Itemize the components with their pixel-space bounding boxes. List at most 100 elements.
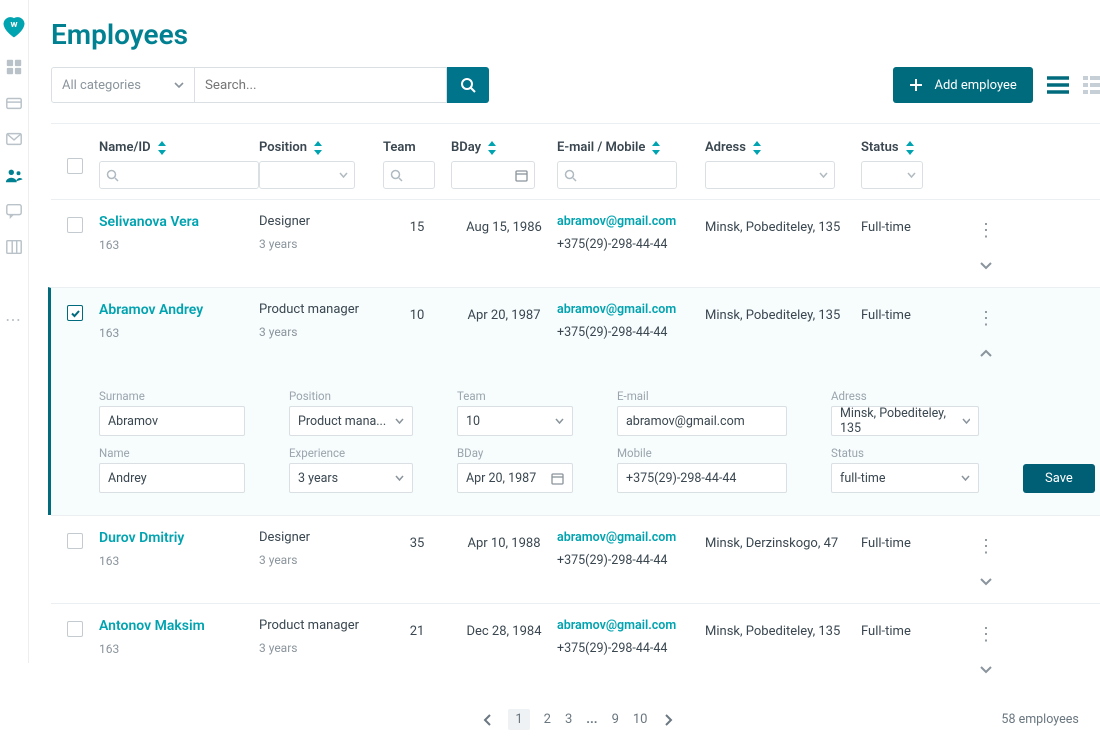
page-ellipsis: ... (586, 712, 597, 727)
email-link[interactable]: abramov@gmail.com (557, 530, 705, 545)
select-all-checkbox[interactable] (67, 158, 83, 174)
search-icon (460, 77, 477, 94)
bday: Aug 15, 1986 (466, 220, 542, 235)
chevron-down-icon (962, 417, 970, 426)
col-address[interactable]: Adress (705, 140, 861, 155)
experience: 3 years (259, 553, 383, 567)
row-menu-icon[interactable]: ⋮ (977, 308, 995, 329)
page-number[interactable]: 3 (565, 712, 572, 727)
filter-name[interactable] (99, 161, 259, 189)
experience: 3 years (259, 641, 383, 655)
input-name[interactable]: Andrey (99, 463, 245, 493)
select-experience[interactable]: 3 years (289, 463, 413, 493)
row-checkbox[interactable] (67, 621, 83, 637)
col-team[interactable]: Team (383, 140, 451, 155)
employees-icon[interactable] (5, 166, 23, 184)
mail-icon[interactable] (5, 130, 23, 148)
chevron-down-icon (555, 417, 564, 426)
position: Designer (259, 530, 383, 545)
employee-id: 163 (99, 554, 259, 568)
sort-icon (313, 141, 323, 155)
save-button[interactable]: Save (1023, 464, 1095, 493)
mobile: +375(29)-298-44-44 (557, 553, 705, 568)
more-icon[interactable]: ⋯ (5, 312, 23, 330)
row-checkbox[interactable] (67, 305, 83, 321)
row-menu-icon[interactable]: ⋮ (977, 536, 995, 557)
position: Product manager (259, 618, 383, 633)
label-name: Name (99, 446, 245, 460)
position: Product manager (259, 302, 383, 317)
filter-status[interactable] (861, 161, 923, 189)
row-checkbox[interactable] (67, 217, 83, 233)
employee-id: 163 (99, 642, 259, 656)
view-list-icon[interactable] (1047, 76, 1069, 94)
email-link[interactable]: abramov@gmail.com (557, 618, 705, 633)
email-link[interactable]: abramov@gmail.com (557, 302, 705, 317)
employee-name-link[interactable]: Antonov Maksim (99, 618, 259, 634)
add-employee-button[interactable]: Add employee (893, 67, 1033, 103)
table-row: Antonov Maksim 163 Product manager 3 years… (51, 603, 1100, 691)
team: 10 (410, 308, 425, 323)
collapse-icon[interactable] (979, 347, 993, 361)
category-select[interactable]: All categories (51, 67, 195, 103)
employee-name-link[interactable]: Durov Dmitriy (99, 530, 259, 546)
calendar-icon (551, 472, 564, 485)
table-row: Abramov Andrey163 Product manager3 years… (48, 287, 1100, 375)
mobile: +375(29)-298-44-44 (557, 237, 705, 252)
select-status[interactable]: full-time (831, 463, 979, 493)
search-input[interactable] (195, 67, 447, 103)
page-number[interactable]: 9 (612, 712, 619, 727)
select-team[interactable]: 10 (457, 406, 573, 436)
team: 15 (410, 220, 425, 235)
bday: Dec 28, 1984 (466, 624, 541, 639)
input-surname[interactable]: Abramov (99, 406, 245, 436)
filter-bday[interactable] (451, 161, 535, 189)
expand-icon[interactable] (979, 259, 993, 273)
select-address[interactable]: Minsk, Pobediteley, 135 (831, 406, 979, 436)
sort-icon (651, 141, 661, 155)
app-logo: w (0, 12, 28, 40)
input-email[interactable]: abramov@gmail.com (617, 406, 787, 436)
chat-icon[interactable] (5, 202, 23, 220)
status: Full-time (861, 220, 911, 235)
col-position[interactable]: Position (259, 140, 383, 155)
col-status[interactable]: Status (861, 140, 955, 155)
label-status: Status (831, 446, 979, 460)
label-team: Team (457, 389, 573, 403)
chevron-down-icon (339, 171, 348, 180)
status: Full-time (861, 536, 911, 551)
prev-page-icon[interactable] (482, 714, 494, 726)
dashboard-icon[interactable] (5, 58, 23, 76)
row-menu-icon[interactable]: ⋮ (977, 624, 995, 645)
address: Minsk, Derzinskogo, 47 (705, 536, 838, 551)
page-number[interactable]: 1 (508, 709, 529, 730)
toolbar: All categories Add employee (51, 67, 1100, 103)
employee-name-link[interactable]: Abramov Andrey (99, 302, 259, 318)
columns-icon[interactable] (5, 238, 23, 256)
select-position[interactable]: Product mana... (289, 406, 413, 436)
input-bday[interactable]: Apr 20, 1987 (457, 463, 573, 493)
search-button[interactable] (447, 67, 489, 103)
team: 21 (410, 624, 425, 639)
filter-email[interactable] (557, 161, 677, 189)
expand-icon[interactable] (979, 663, 993, 677)
expand-icon[interactable] (979, 575, 993, 589)
col-bday[interactable]: BDay (451, 140, 557, 155)
filter-team[interactable] (383, 161, 435, 189)
row-checkbox[interactable] (67, 533, 83, 549)
col-name[interactable]: Name/ID (99, 140, 259, 155)
filter-position[interactable] (259, 161, 355, 189)
page-number[interactable]: 2 (544, 712, 551, 727)
row-menu-icon[interactable]: ⋮ (977, 220, 995, 241)
page-number[interactable]: 10 (633, 712, 648, 727)
card-icon[interactable] (5, 94, 23, 112)
email-link[interactable]: abramov@gmail.com (557, 214, 705, 229)
table-body: Selivanova Vera 163 Designer 3 years 15 Au… (51, 199, 1100, 691)
next-page-icon[interactable] (662, 714, 674, 726)
employee-name-link[interactable]: Selivanova Vera (99, 214, 259, 230)
chevron-down-icon (395, 417, 404, 426)
input-mobile[interactable]: +375(29)-298-44-44 (617, 463, 787, 493)
col-email[interactable]: E-mail / Mobile (557, 140, 705, 155)
view-grid-icon[interactable] (1083, 76, 1100, 94)
filter-address[interactable] (705, 161, 835, 189)
